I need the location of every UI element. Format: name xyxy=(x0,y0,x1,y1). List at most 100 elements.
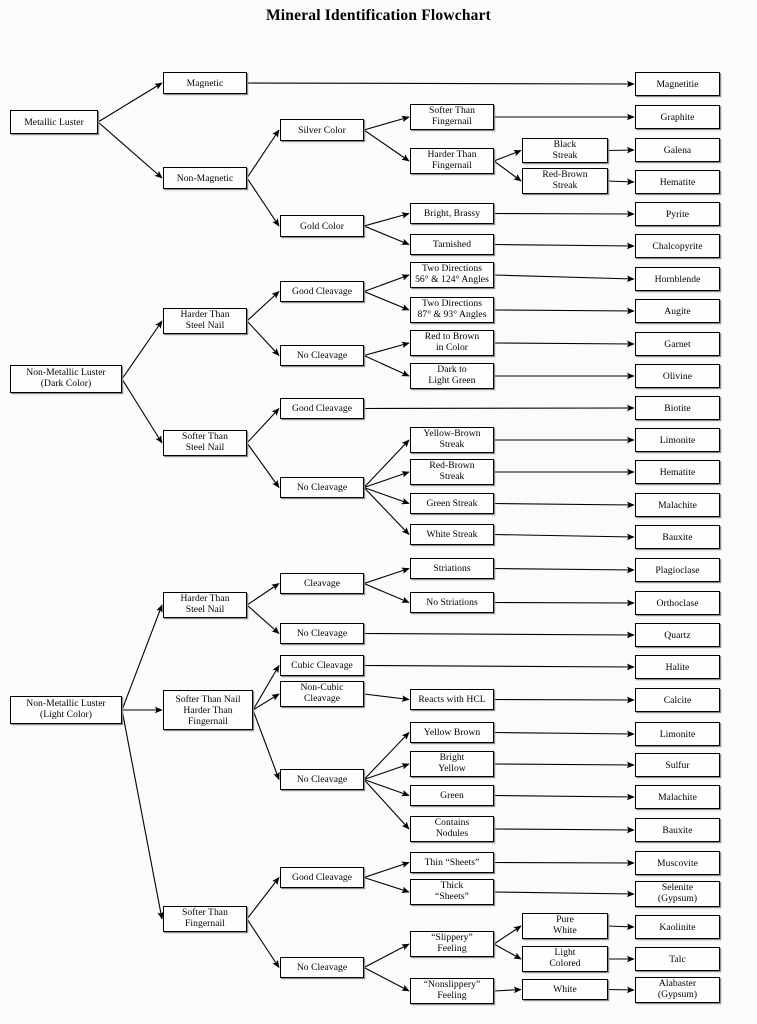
node-silver[interactable]: Silver Color xyxy=(280,119,364,141)
node-lightcolored[interactable]: Light Colored xyxy=(522,946,608,972)
node-dk_goodcleav1[interactable]: Good Cleavage xyxy=(280,281,364,302)
node-label: No Striations xyxy=(426,597,478,608)
node-darkluster[interactable]: Non-Metallic Luster (Dark Color) xyxy=(10,365,122,393)
node-m_hornblende[interactable]: Hornblende xyxy=(635,267,720,291)
node-label: Biotite xyxy=(664,402,691,414)
edge-slippery-to-lightcolored xyxy=(493,943,522,960)
node-green[interactable]: Green xyxy=(410,785,494,806)
node-lt_hardnail[interactable]: Harder Than Steel Nail xyxy=(163,592,247,618)
node-m_sulfur[interactable]: Sulfur xyxy=(635,753,720,777)
node-m_hematite1[interactable]: Hematite xyxy=(635,170,720,194)
node-m_talc[interactable]: Talc xyxy=(635,947,720,971)
node-m_graphite[interactable]: Graphite xyxy=(635,105,720,129)
node-label: Hematite xyxy=(659,176,696,188)
node-lt_cleav[interactable]: Cleavage xyxy=(280,573,364,594)
node-reactshcl[interactable]: Reacts with HCL xyxy=(410,689,494,710)
edge-purewhite-to-m_kaolinite xyxy=(607,923,635,931)
node-dk_nocleav1[interactable]: No Cleavage xyxy=(280,345,364,366)
node-m_pyrite[interactable]: Pyrite xyxy=(635,202,720,226)
edge-brightyellow-to-m_sulfur xyxy=(493,761,635,769)
node-containsnod[interactable]: Contains Nodules xyxy=(410,816,494,842)
node-m_bauxite2[interactable]: Bauxite xyxy=(635,818,720,842)
node-tarnished[interactable]: Tarnished xyxy=(410,234,494,255)
node-m_alabaster[interactable]: Alabaster (Gypsum) xyxy=(635,977,720,1003)
edge-gold-to-tarnished xyxy=(363,225,410,246)
node-brightbrassy[interactable]: Bright, Brassy xyxy=(410,203,494,224)
edge-darkluster-to-dk_hardnail xyxy=(121,320,163,380)
node-nonslippery[interactable]: “Nonslippery” Feeling xyxy=(410,978,494,1004)
node-twodir87[interactable]: Two Directions 87° & 93° Angles xyxy=(410,297,494,323)
node-m_hematite2[interactable]: Hematite xyxy=(635,460,720,484)
node-m_garnet[interactable]: Garnet xyxy=(635,332,720,356)
node-darklightgreen[interactable]: Dark to Light Green xyxy=(410,363,494,389)
node-lt_softnail[interactable]: Softer Than Nail Harder Than Fingernail xyxy=(163,690,253,730)
node-m_orthoclase[interactable]: Orthoclase xyxy=(635,591,720,615)
node-striations[interactable]: Striations xyxy=(410,558,494,579)
node-dk_goodcleav2[interactable]: Good Cleavage xyxy=(280,398,364,419)
node-nonmagnetic[interactable]: Non-Magnetic xyxy=(163,167,247,189)
node-lt_nocleav1[interactable]: No Cleavage xyxy=(280,623,364,644)
node-m_quartz[interactable]: Quartz xyxy=(635,623,720,647)
node-yellowbrown[interactable]: Yellow Brown xyxy=(410,722,494,743)
node-m_galena[interactable]: Galena xyxy=(635,138,720,162)
node-lt_softfinger[interactable]: Softer Than Fingernail xyxy=(163,906,247,932)
node-label: Chalcopyrite xyxy=(652,240,703,252)
node-label: Harder Than Steel Nail xyxy=(180,309,230,331)
node-dk_softnail[interactable]: Softer Than Steel Nail xyxy=(163,430,247,456)
edge-lt_nocleav3-to-nonslippery xyxy=(363,967,410,992)
node-purewhite[interactable]: Pure White xyxy=(522,913,608,939)
node-ybstreak[interactable]: Yellow-Brown Streak xyxy=(410,427,494,453)
node-brightyellow[interactable]: Bright Yellow xyxy=(410,751,494,777)
node-m_kaolinite[interactable]: Kaolinite xyxy=(635,915,720,939)
node-lt_nocleav2[interactable]: No Cleavage xyxy=(280,769,364,790)
node-metallic[interactable]: Metallic Luster xyxy=(10,110,98,134)
node-redtobrown[interactable]: Red to Brown in Color xyxy=(410,330,494,356)
node-thicksheets[interactable]: Thick “Sheets” xyxy=(410,879,494,905)
edge-darkluster-to-dk_softnail xyxy=(121,378,163,444)
edge-lt_noncubic-to-reactshcl xyxy=(363,693,410,702)
node-m_chalcopyrite[interactable]: Chalcopyrite xyxy=(635,234,720,258)
node-lt_noncubic[interactable]: Non-Cubic Cleavage xyxy=(280,681,364,707)
node-m_calcite[interactable]: Calcite xyxy=(635,688,720,712)
node-greenstreak[interactable]: Green Streak xyxy=(410,493,494,514)
node-m_selenite[interactable]: Selenite (Gypsum) xyxy=(635,881,720,907)
node-m_limonite2[interactable]: Limonite xyxy=(635,722,720,746)
node-whitestreak[interactable]: White Streak xyxy=(410,524,494,545)
node-hardfinger1[interactable]: Harder Than Fingernail xyxy=(410,148,494,174)
node-lt_nocleav3[interactable]: No Cleavage xyxy=(280,957,364,978)
node-label: “Slippery” Feeling xyxy=(431,932,473,954)
node-label: Calcite xyxy=(663,694,692,706)
node-white[interactable]: White xyxy=(522,979,608,1000)
node-slippery[interactable]: “Slippery” Feeling xyxy=(410,931,494,957)
node-blackstreak[interactable]: Black Streak xyxy=(522,138,608,163)
node-m_malachite1[interactable]: Malachite xyxy=(635,493,720,517)
node-m_muscovite[interactable]: Muscovite xyxy=(635,851,720,875)
node-m_augite[interactable]: Augite xyxy=(635,299,720,323)
edge-lt_softfinger-to-lt_nocleav3 xyxy=(246,918,280,969)
node-label: Limonite xyxy=(659,434,696,446)
node-magnetic[interactable]: Magnetic xyxy=(163,72,247,94)
node-thinsheets[interactable]: Thin “Sheets” xyxy=(410,852,494,873)
edge-nonmagnetic-to-silver xyxy=(246,129,280,179)
node-m_halite[interactable]: Halite xyxy=(635,655,720,679)
edge-lt_hardnail-to-lt_nocleav1 xyxy=(246,604,280,634)
node-softfinger1[interactable]: Softer Than Fingernail xyxy=(410,104,494,130)
edge-lt_goodcleav-to-thicksheets xyxy=(363,876,410,893)
node-lt_cubic[interactable]: Cubic Cleavage xyxy=(280,655,364,676)
node-m_limonite1[interactable]: Limonite xyxy=(635,428,720,452)
node-twodir56[interactable]: Two Directions 56° & 124° Angles xyxy=(410,262,494,288)
node-lt_goodcleav[interactable]: Good Cleavage xyxy=(280,867,364,888)
node-redbrownstreak[interactable]: Red-Brown Streak xyxy=(522,168,608,194)
node-m_bauxite1[interactable]: Bauxite xyxy=(635,525,720,549)
node-dk_nocleav2[interactable]: No Cleavage xyxy=(280,477,364,498)
node-dk_hardnail[interactable]: Harder Than Steel Nail xyxy=(163,308,247,334)
node-m_malachite2[interactable]: Malachite xyxy=(635,785,720,809)
node-nostriations[interactable]: No Striations xyxy=(410,592,494,613)
node-lightluster[interactable]: Non-Metallic Luster (Light Color) xyxy=(10,696,122,724)
node-rbstreak2[interactable]: Red-Brown Streak xyxy=(410,459,494,485)
node-m_biotite[interactable]: Biotite xyxy=(635,396,720,420)
node-m_plagioclase[interactable]: Plagioclase xyxy=(635,558,720,582)
node-gold[interactable]: Gold Color xyxy=(280,215,364,237)
node-m_olivine[interactable]: Olivine xyxy=(635,364,720,388)
node-m_magnetite[interactable]: Magnetitie xyxy=(635,72,720,96)
